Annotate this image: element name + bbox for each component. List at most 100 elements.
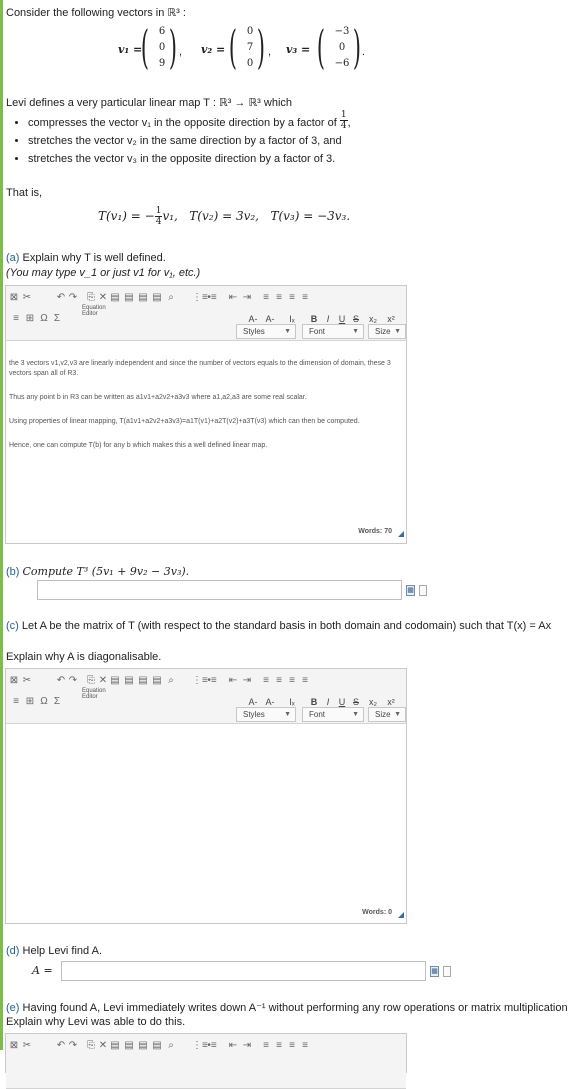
numbered-list-icon[interactable]: ⋮≡ [192,292,208,304]
sigma-icon[interactable]: Σ [52,696,62,708]
paste-word-icon[interactable]: ▤ [138,675,148,687]
redo-icon[interactable]: ↷ [68,675,78,687]
find-icon[interactable]: ⌕ [166,675,176,687]
resize-handle[interactable] [398,531,404,537]
part-b-question: (b) Compute T³ (5v₁ + 9v₂ − 3v₃). [6,565,190,578]
part-d-answer-input[interactable] [61,961,426,981]
list-item: stretches the vector v₃ in the opposite … [28,150,351,168]
indent-icon[interactable]: ⇥ [242,675,252,687]
help-document-icon[interactable] [419,585,427,596]
math-preview-icon[interactable]: ▦ [430,966,439,977]
editor-toolbar: ⊠ ✂ ↶ ↷ ⎘ ✕ ▤ ▤ ▤ ▤ ⌕ ⋮≡ •≡ ⇤ ⇥ ≡ ≡ ≡ ≡ … [6,669,406,724]
numbered-list-icon[interactable]: ⋮≡ [192,675,208,687]
indent-icon[interactable]: ⇥ [242,1040,252,1052]
cut-icon[interactable]: ✕ [98,292,108,304]
outdent-icon[interactable]: ⇤ [228,675,238,687]
redo-icon[interactable]: ↷ [68,292,78,304]
maximize-icon[interactable]: ✂ [22,675,32,687]
part-d-question: (d) Help Levi find A. [6,945,103,957]
source-icon[interactable]: ⊠ [9,292,19,304]
part-a-rich-text-editor[interactable]: ⊠ ✂ ↶ ↷ ⎘ ✕ ▤ ▤ ▤ ▤ ⌕ ⋮≡ •≡ ⇤ ⇥ ≡ ≡ ≡ ≡ … [5,285,407,544]
bulleted-list-icon[interactable]: •≡ [206,1040,218,1052]
align-left-icon[interactable]: ≡ [261,675,271,687]
answer-paragraph: Using properties of linear mapping, T(a1… [9,418,360,425]
part-a-question: (a) Explain why T is well defined. [6,252,166,264]
defining-equations: T(v₁) = −1 4 v₁, T(v₂) = 3v₂, T(v₃) = −3v₃… [98,206,351,227]
maximize-icon[interactable]: ✂ [22,292,32,304]
table-icon[interactable]: ⊞ [25,696,35,708]
outdent-icon[interactable]: ⇤ [228,292,238,304]
size-dropdown[interactable]: Size ▼ [368,324,406,339]
paste-text-icon[interactable]: ▤ [124,292,134,304]
table-icon[interactable]: ⊞ [25,313,35,325]
bulleted-list-icon[interactable]: •≡ [206,675,218,687]
part-e-rich-text-editor[interactable]: ⊠ ✂ ↶ ↷ ⎘ ✕ ▤ ▤ ▤ ▤ ⌕ ⋮≡ •≡ ⇤ ⇥ ≡ ≡ ≡ ≡ [5,1033,407,1089]
help-document-icon[interactable] [443,966,451,977]
part-c-rich-text-editor[interactable]: ⊠ ✂ ↶ ↷ ⎘ ✕ ▤ ▤ ▤ ▤ ⌕ ⋮≡ •≡ ⇤ ⇥ ≡ ≡ ≡ ≡ … [5,668,407,924]
align-right-icon[interactable]: ≡ [287,292,297,304]
align-center-icon[interactable]: ≡ [274,1040,284,1052]
chevron-down-icon: ▼ [394,328,401,335]
source-icon[interactable]: ⊠ [9,675,19,687]
word-count: Words: 0 [362,909,392,916]
paste-special-icon[interactable]: ▤ [152,292,162,304]
undo-icon[interactable]: ↶ [56,675,66,687]
paste-icon[interactable]: ▤ [110,292,120,304]
vector-v3-label: v₃ = [286,43,311,56]
undo-icon[interactable]: ↶ [56,1040,66,1052]
special-char-icon[interactable]: Ω [39,696,49,708]
redo-icon[interactable]: ↷ [68,1040,78,1052]
outdent-icon[interactable]: ⇤ [228,1040,238,1052]
cut-icon[interactable]: ✕ [98,1040,108,1052]
source-icon[interactable]: ⊠ [9,1040,19,1052]
copy-icon[interactable]: ⎘ [86,292,96,304]
undo-icon[interactable]: ↶ [56,292,66,304]
paste-special-icon[interactable]: ▤ [152,1040,162,1052]
size-dropdown[interactable]: Size ▼ [368,707,406,722]
paste-word-icon[interactable]: ▤ [138,1040,148,1052]
paste-word-icon[interactable]: ▤ [138,292,148,304]
maximize-icon[interactable]: ✂ [22,1040,32,1052]
cut-icon[interactable]: ✕ [98,675,108,687]
paste-icon[interactable]: ▤ [110,1040,120,1052]
justify-icon[interactable]: ≡ [300,1040,310,1052]
format-block-icon[interactable]: ≡ [11,313,21,325]
paste-special-icon[interactable]: ▤ [152,675,162,687]
list-item: compresses the vector v₁ in the opposite… [28,110,351,132]
equation-editor-button[interactable]: Equation Editor [82,688,106,700]
indent-icon[interactable]: ⇥ [242,292,252,304]
numbered-list-icon[interactable]: ⋮≡ [192,1040,208,1052]
editor-content[interactable] [6,724,406,914]
justify-icon[interactable]: ≡ [300,675,310,687]
font-dropdown[interactable]: Font ▼ [302,707,364,722]
paste-text-icon[interactable]: ▤ [124,675,134,687]
format-block-icon[interactable]: ≡ [11,696,21,708]
equation-editor-button[interactable]: Equation Editor [82,305,106,317]
styles-dropdown[interactable]: Styles ▼ [236,707,296,722]
vector-v2: ( 070 ) [228,20,266,74]
editor-content[interactable]: the 3 vectors v1,v2,v3 are linearly inde… [6,341,406,455]
special-char-icon[interactable]: Ω [39,313,49,325]
resize-handle[interactable] [398,912,404,918]
align-left-icon[interactable]: ≡ [261,1040,271,1052]
sigma-icon[interactable]: Σ [52,313,62,325]
paste-icon[interactable]: ▤ [110,675,120,687]
copy-icon[interactable]: ⎘ [86,1040,96,1052]
bulleted-list-icon[interactable]: •≡ [206,292,218,304]
font-dropdown[interactable]: Font ▼ [302,324,364,339]
part-b-answer-input[interactable] [37,580,402,600]
justify-icon[interactable]: ≡ [300,292,310,304]
align-center-icon[interactable]: ≡ [274,675,284,687]
chevron-down-icon: ▼ [352,328,359,335]
math-preview-icon[interactable]: ▦ [406,585,415,596]
styles-dropdown[interactable]: Styles ▼ [236,324,296,339]
align-right-icon[interactable]: ≡ [287,1040,297,1052]
find-icon[interactable]: ⌕ [166,1040,176,1052]
align-left-icon[interactable]: ≡ [261,292,271,304]
vector-v3: ( −3 0 −6 ) [316,20,362,74]
paste-text-icon[interactable]: ▤ [124,1040,134,1052]
align-right-icon[interactable]: ≡ [287,675,297,687]
find-icon[interactable]: ⌕ [166,292,176,304]
align-center-icon[interactable]: ≡ [274,292,284,304]
copy-icon[interactable]: ⎘ [86,675,96,687]
